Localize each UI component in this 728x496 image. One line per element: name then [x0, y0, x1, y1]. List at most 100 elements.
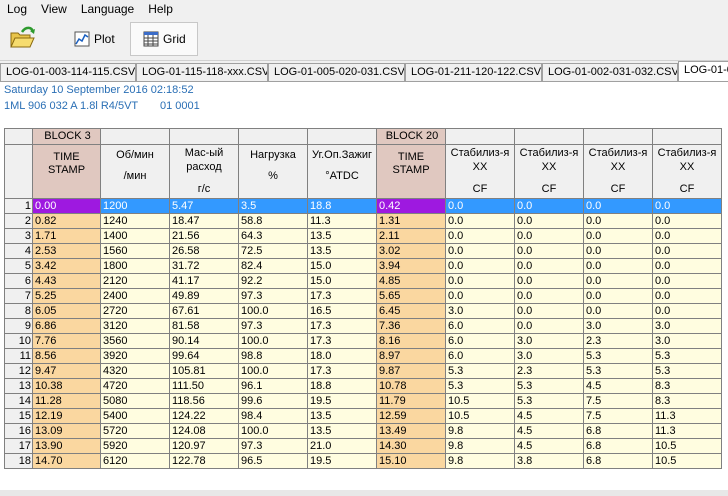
row-number[interactable]: 15	[4, 408, 33, 424]
value-cell[interactable]: 3.0	[652, 333, 722, 349]
value-cell[interactable]: 100.0	[238, 303, 308, 319]
value-cell[interactable]: 10.5	[652, 438, 722, 454]
value-cell[interactable]: 0.0	[583, 273, 653, 289]
value-cell[interactable]: 6.0	[445, 333, 515, 349]
table-row[interactable]: 11 8.56 3920 99.64 98.8 18.0 8.97 6.0 3.0 5.3 5.3	[4, 348, 722, 364]
column-header[interactable]: Об/мин/мин	[100, 144, 170, 199]
table-row[interactable]: 10 7.76 3560 90.14 100.0 17.3 8.16 6.0 3.0 2.3 3.0	[4, 333, 722, 349]
timestamp-cell[interactable]: 11.28	[32, 393, 101, 409]
value-cell[interactable]: 97.3	[238, 438, 308, 454]
timestamp-cell[interactable]: 3.42	[32, 258, 101, 274]
value-cell[interactable]: 0.0	[583, 258, 653, 274]
value-cell[interactable]: 13.5	[307, 228, 377, 244]
value-cell[interactable]: 9.8	[445, 423, 515, 439]
value-cell[interactable]: 5.3	[583, 348, 653, 364]
value-cell[interactable]: 6.8	[583, 453, 653, 469]
value-cell[interactable]: 31.72	[169, 258, 239, 274]
value-cell[interactable]: 6120	[100, 453, 170, 469]
tab-file-2[interactable]: LOG-01-115-118-xxx.CSV	[136, 63, 268, 81]
table-row[interactable]: 13 10.38 4720 111.50 96.1 18.8 10.78 5.3 5.3 4.5 8…	[4, 378, 722, 394]
menu-view[interactable]: View	[34, 0, 74, 18]
value-cell[interactable]: 17.3	[307, 318, 377, 334]
value-cell[interactable]: 0.0	[514, 288, 584, 304]
timestamp-cell[interactable]: 8.56	[32, 348, 101, 364]
value-cell[interactable]: 82.4	[238, 258, 308, 274]
value-cell[interactable]: 4720	[100, 378, 170, 394]
value-cell[interactable]: 0.0	[445, 198, 515, 214]
value-cell[interactable]: 122.78	[169, 453, 239, 469]
value-cell[interactable]: 6.0	[445, 318, 515, 334]
timestamp-cell[interactable]: 4.43	[32, 273, 101, 289]
tab-file-3[interactable]: LOG-01-005-020-031.CSV	[268, 63, 405, 81]
value-cell[interactable]: 13.5	[307, 408, 377, 424]
column-header[interactable]: Стабилиз-я XX CF	[652, 144, 722, 199]
plot-button[interactable]: Plot	[68, 22, 130, 56]
value-cell[interactable]: 0.0	[445, 213, 515, 229]
timestamp-cell[interactable]: 2.11	[376, 228, 446, 244]
table-row[interactable]: 8 6.05 2720 67.61 100.0 16.5 6.45 3.0 0.0 0.0 0.0	[4, 303, 722, 319]
timestamp-cell[interactable]: 2.53	[32, 243, 101, 259]
value-cell[interactable]: 105.81	[169, 363, 239, 379]
value-cell[interactable]: 6.0	[445, 348, 515, 364]
row-number[interactable]: 14	[4, 393, 33, 409]
timestamp-cell[interactable]: 7.36	[376, 318, 446, 334]
value-cell[interactable]: 21.0	[307, 438, 377, 454]
row-number[interactable]: 6	[4, 273, 33, 289]
table-row[interactable]: 7 5.25 2400 49.89 97.3 17.3 5.65 0.0 0.0 0.0 0.0	[4, 288, 722, 304]
menu-help[interactable]: Help	[141, 0, 180, 18]
timestamp-cell[interactable]: 6.45	[376, 303, 446, 319]
row-number[interactable]: 9	[4, 318, 33, 334]
value-cell[interactable]: 2400	[100, 288, 170, 304]
value-cell[interactable]: 26.58	[169, 243, 239, 259]
value-cell[interactable]: 100.0	[238, 363, 308, 379]
value-cell[interactable]: 1240	[100, 213, 170, 229]
row-number[interactable]: 5	[4, 258, 33, 274]
value-cell[interactable]: 15.0	[307, 258, 377, 274]
value-cell[interactable]: 0.0	[652, 288, 722, 304]
value-cell[interactable]: 1800	[100, 258, 170, 274]
value-cell[interactable]: 5.3	[583, 363, 653, 379]
value-cell[interactable]: 10.5	[445, 408, 515, 424]
timestamp-cell[interactable]: 6.86	[32, 318, 101, 334]
value-cell[interactable]: 118.56	[169, 393, 239, 409]
value-cell[interactable]: 3.0	[514, 333, 584, 349]
value-cell[interactable]: 7.5	[583, 393, 653, 409]
column-header[interactable]: Стабилиз-я XX CF	[514, 144, 584, 199]
value-cell[interactable]: 9.8	[445, 453, 515, 469]
value-cell[interactable]: 1560	[100, 243, 170, 259]
timestamp-cell[interactable]: 0.00	[32, 198, 101, 214]
value-cell[interactable]: 6.8	[583, 423, 653, 439]
value-cell[interactable]: 97.3	[238, 318, 308, 334]
value-cell[interactable]: 0.0	[583, 198, 653, 214]
value-cell[interactable]: 0.0	[445, 273, 515, 289]
value-cell[interactable]: 0.0	[514, 303, 584, 319]
row-number[interactable]: 13	[4, 378, 33, 394]
value-cell[interactable]: 0.0	[583, 288, 653, 304]
timestamp-cell[interactable]: 14.30	[376, 438, 446, 454]
value-cell[interactable]: 49.89	[169, 288, 239, 304]
value-cell[interactable]: 9.8	[445, 438, 515, 454]
timestamp-cell[interactable]: 11.79	[376, 393, 446, 409]
timestamp-cell[interactable]: 5.65	[376, 288, 446, 304]
timestamp-cell[interactable]: 4.85	[376, 273, 446, 289]
value-cell[interactable]: 0.0	[514, 243, 584, 259]
value-cell[interactable]: 0.0	[652, 198, 722, 214]
timestamp-cell[interactable]: 9.47	[32, 363, 101, 379]
value-cell[interactable]: 96.1	[238, 378, 308, 394]
row-number[interactable]: 2	[4, 213, 33, 229]
value-cell[interactable]: 0.0	[652, 258, 722, 274]
value-cell[interactable]: 0.0	[514, 318, 584, 334]
table-row[interactable]: 16 13.09 5720 124.08 100.0 13.5 13.49 9.8 4.5 6.8…	[4, 423, 722, 439]
table-row[interactable]: 3 1.71 1400 21.56 64.3 13.5 2.11 0.0 0.0 0.0 0.0	[4, 228, 722, 244]
value-cell[interactable]: 3.0	[652, 318, 722, 334]
timestamp-cell[interactable]: 10.38	[32, 378, 101, 394]
value-cell[interactable]: 5920	[100, 438, 170, 454]
value-cell[interactable]: 0.0	[445, 228, 515, 244]
value-cell[interactable]: 11.3	[652, 423, 722, 439]
value-cell[interactable]: 21.56	[169, 228, 239, 244]
open-log-button[interactable]	[8, 24, 38, 54]
column-header[interactable]: TIME STAMP	[32, 144, 101, 199]
value-cell[interactable]: 99.64	[169, 348, 239, 364]
timestamp-cell[interactable]: 1.31	[376, 213, 446, 229]
table-row[interactable]: 18 14.70 6120 122.78 96.5 19.5 15.10 9.8 3.8 6.8 1…	[4, 453, 722, 469]
